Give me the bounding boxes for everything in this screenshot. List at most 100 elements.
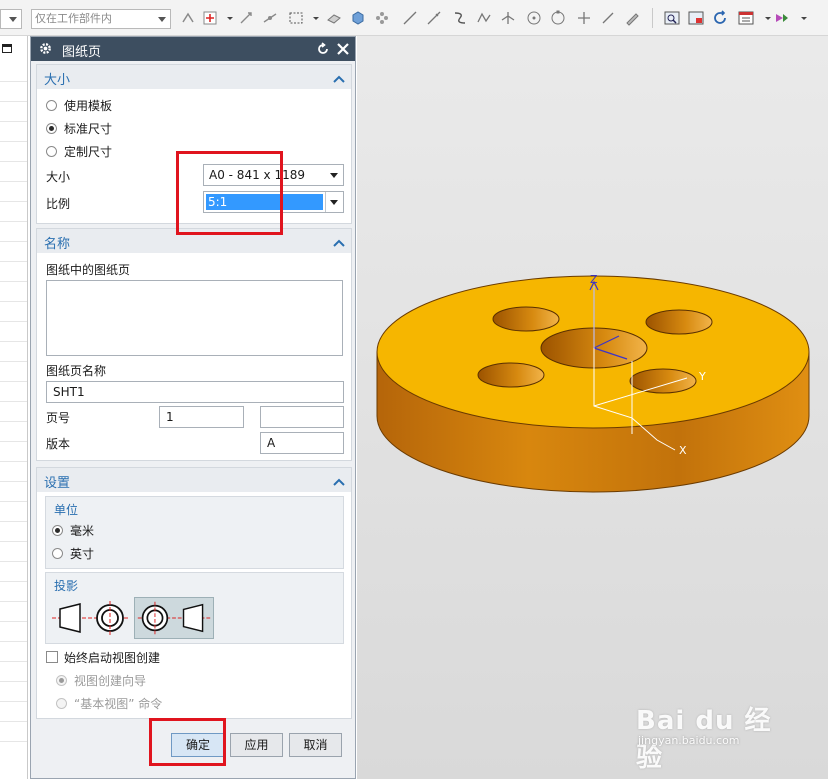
- chevron-down-icon[interactable]: [760, 10, 771, 26]
- navigator-row[interactable]: [0, 682, 27, 702]
- navigator-row[interactable]: [0, 282, 27, 302]
- dialog-title-bar[interactable]: 图纸页: [31, 37, 355, 61]
- navigator-row[interactable]: [0, 322, 27, 342]
- navigator-row[interactable]: [0, 242, 27, 262]
- navigator-row[interactable]: [0, 142, 27, 162]
- reset-icon[interactable]: [316, 42, 330, 56]
- apply-button[interactable]: 应用: [230, 733, 283, 757]
- navigator-row[interactable]: [0, 542, 27, 562]
- sheets-in-drawing-label: 图纸中的图纸页: [46, 263, 131, 277]
- snap-end-icon[interactable]: [238, 10, 254, 26]
- view-zoom-icon[interactable]: [664, 10, 680, 26]
- navigator-row[interactable]: [0, 402, 27, 422]
- size-group-header[interactable]: 大小: [37, 65, 351, 89]
- navigator-row[interactable]: [0, 702, 27, 722]
- snap-point-icon[interactable]: [180, 10, 196, 26]
- navigator-row[interactable]: [0, 522, 27, 542]
- navigator-row[interactable]: [0, 222, 27, 242]
- page-number-extra-input[interactable]: [260, 406, 344, 428]
- box-select-icon[interactable]: [288, 10, 304, 26]
- chevron-up-icon[interactable]: [333, 475, 345, 486]
- radio-use-template[interactable]: [46, 100, 57, 111]
- chevron-down-icon[interactable]: [222, 10, 233, 26]
- line-select-icon[interactable]: [402, 10, 418, 26]
- navigator-row[interactable]: [0, 562, 27, 582]
- label-unit-mm: 毫米: [70, 524, 95, 538]
- navigator-row[interactable]: [0, 602, 27, 622]
- navigator-row[interactable]: [0, 482, 27, 502]
- crosshair-icon[interactable]: [576, 10, 592, 26]
- baidu-watermark: Bai du 经验 jingyan.baidu.com: [630, 700, 790, 773]
- revision-label: 版本: [46, 437, 71, 451]
- render-style-icon[interactable]: [774, 10, 790, 26]
- close-icon[interactable]: [336, 42, 350, 56]
- face-select-icon[interactable]: [326, 10, 342, 26]
- revision-input[interactable]: A: [260, 432, 344, 454]
- navigator-row[interactable]: [0, 462, 27, 482]
- layout-icon[interactable]: [738, 10, 754, 26]
- navigator-row[interactable]: [0, 262, 27, 282]
- navigator-row[interactable]: [0, 62, 27, 82]
- navigator-row[interactable]: [0, 122, 27, 142]
- navigator-row[interactable]: [0, 102, 27, 122]
- snap-mid-icon[interactable]: [262, 10, 278, 26]
- label-view-wizard: 视图创建向导: [74, 674, 147, 688]
- feature-select-icon[interactable]: [374, 10, 390, 26]
- diagonal-line-icon[interactable]: [600, 10, 616, 26]
- maximize-icon[interactable]: [2, 44, 12, 53]
- center-point-icon[interactable]: [526, 10, 542, 26]
- chevron-down-icon[interactable]: [308, 10, 319, 26]
- chevron-up-icon[interactable]: [333, 72, 345, 83]
- navigator-row[interactable]: [0, 342, 27, 362]
- page-number-input[interactable]: 1: [159, 406, 244, 428]
- view-image-icon[interactable]: [688, 10, 704, 26]
- body-select-icon[interactable]: [350, 10, 366, 26]
- navigator-row[interactable]: [0, 82, 27, 102]
- radio-standard-size[interactable]: [46, 123, 57, 134]
- refresh-icon[interactable]: [712, 10, 728, 26]
- navigator-row[interactable]: [0, 182, 27, 202]
- edit-point-icon[interactable]: [624, 10, 640, 26]
- cancel-button[interactable]: 取消: [289, 733, 342, 757]
- graphics-viewport[interactable]: Z Y X: [357, 36, 828, 779]
- navigator-row[interactable]: [0, 622, 27, 642]
- radio-unit-mm[interactable]: [52, 525, 63, 536]
- intersection-icon[interactable]: [500, 10, 516, 26]
- sheet-name-input[interactable]: SHT1: [46, 381, 344, 403]
- chevron-down-icon[interactable]: [796, 10, 807, 26]
- navigator-row[interactable]: [0, 202, 27, 222]
- navigator-row[interactable]: [0, 582, 27, 602]
- sheets-list[interactable]: [46, 280, 343, 356]
- navigator-row[interactable]: [0, 642, 27, 662]
- radio-base-view-command[interactable]: [56, 698, 67, 709]
- settings-group-header[interactable]: 设置: [37, 468, 351, 492]
- navigator-row[interactable]: [0, 662, 27, 682]
- curve-select-icon[interactable]: [426, 10, 442, 26]
- toolbar-left-combo[interactable]: [0, 9, 22, 29]
- polyline-icon[interactable]: [476, 10, 492, 26]
- navigator-row[interactable]: [0, 302, 27, 322]
- radio-custom-size[interactable]: [46, 146, 57, 157]
- navigator-row[interactable]: [0, 502, 27, 522]
- navigator-row[interactable]: [0, 362, 27, 382]
- navigator-row[interactable]: [0, 422, 27, 442]
- chevron-up-icon[interactable]: [333, 236, 345, 247]
- always-start-view-checkbox[interactable]: [46, 651, 58, 663]
- radio-unit-inch[interactable]: [52, 548, 63, 559]
- point-constructor-icon[interactable]: [202, 10, 218, 26]
- name-group: 名称 图纸中的图纸页 图纸页名称 SHT1 页号 1 版本 A: [36, 228, 352, 461]
- navigator-rows: [0, 62, 27, 742]
- third-angle-projection-button[interactable]: [134, 597, 214, 639]
- settings-group: 设置 单位 毫米 英寸 投影 始终启动视图创建 视图创建向导 “基本视图” 命令: [36, 467, 352, 719]
- selection-filter-combo[interactable]: 仅在工作部件内: [31, 9, 171, 29]
- radio-view-wizard[interactable]: [56, 675, 67, 686]
- navigator-row[interactable]: [0, 162, 27, 182]
- navigator-row[interactable]: [0, 442, 27, 462]
- first-angle-projection-button[interactable]: [50, 597, 130, 639]
- first-angle-projection-icon: [52, 601, 128, 635]
- spline-icon[interactable]: [452, 10, 468, 26]
- navigator-row[interactable]: [0, 722, 27, 742]
- annotation-box-ok: [149, 718, 226, 766]
- quadrant-point-icon[interactable]: [550, 10, 566, 26]
- navigator-row[interactable]: [0, 382, 27, 402]
